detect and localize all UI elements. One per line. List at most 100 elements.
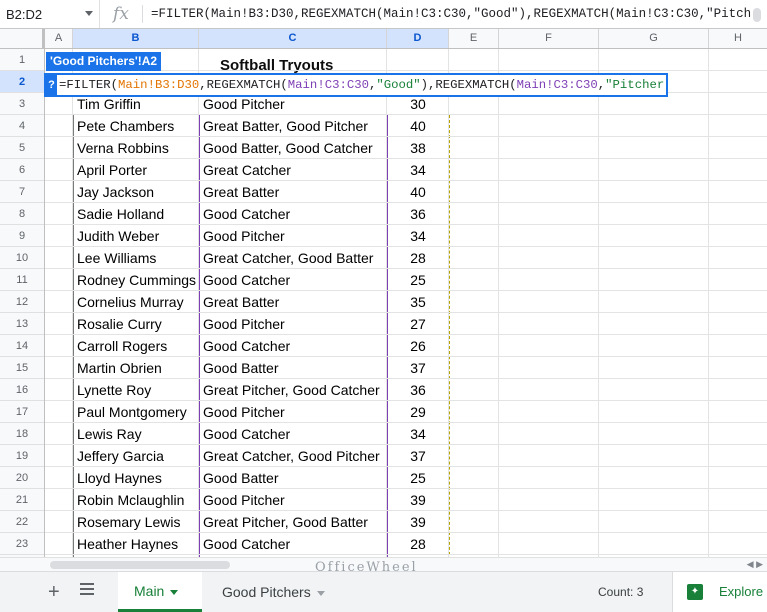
tab-main[interactable]: Main: [118, 572, 202, 612]
cell-score[interactable]: 34: [387, 225, 449, 247]
chevron-down-icon[interactable]: [85, 11, 93, 16]
cell-name[interactable]: Paul Montgomery: [73, 401, 199, 423]
cell-skill[interactable]: Great Batter, Good Pitcher: [199, 115, 387, 137]
cell-skill[interactable]: Good Pitcher: [199, 489, 387, 511]
row-header[interactable]: 2: [0, 71, 44, 93]
cell-score[interactable]: 37: [387, 445, 449, 467]
cell-name[interactable]: Robin Mclaughlin: [73, 489, 199, 511]
name-box[interactable]: B2:D2: [0, 0, 100, 28]
row-header[interactable]: 21: [0, 489, 44, 511]
col-header-b[interactable]: B: [73, 29, 199, 48]
chevron-down-icon[interactable]: [170, 589, 179, 595]
col-header-a[interactable]: A: [45, 29, 73, 48]
row-header[interactable]: 8: [0, 203, 44, 225]
scroll-arrows-icon[interactable]: ◀ ▶: [747, 559, 763, 570]
row-header[interactable]: 15: [0, 357, 44, 379]
row-header[interactable]: 9: [0, 225, 44, 247]
cell-name[interactable]: Carroll Rogers: [73, 335, 199, 357]
cell-skill[interactable]: Good Batter: [199, 467, 387, 489]
cell-skill[interactable]: Good Catcher: [199, 533, 387, 555]
cell-score[interactable]: 38: [387, 137, 449, 159]
cell-score[interactable]: 27: [387, 313, 449, 335]
row-header[interactable]: 11: [0, 269, 44, 291]
cell-name[interactable]: Martin Obrien: [73, 357, 199, 379]
cell-score[interactable]: 35: [387, 291, 449, 313]
cell-skill[interactable]: Good Pitcher: [199, 225, 387, 247]
row-header[interactable]: 17: [0, 401, 44, 423]
cell-skill[interactable]: Great Catcher, Good Pitcher: [199, 445, 387, 467]
row-header[interactable]: 13: [0, 313, 44, 335]
row-header[interactable]: 18: [0, 423, 44, 445]
cell-name[interactable]: Sadie Holland: [73, 203, 199, 225]
row-header[interactable]: 7: [0, 181, 44, 203]
row-header[interactable]: 4: [0, 115, 44, 137]
cell-name[interactable]: Verna Robbins: [73, 137, 199, 159]
cell-skill[interactable]: Great Batter: [199, 181, 387, 203]
formula-scrollbar[interactable]: [753, 8, 761, 22]
cell-score[interactable]: 29: [387, 401, 449, 423]
cell-name[interactable]: April Porter: [73, 159, 199, 181]
cell-name[interactable]: Pete Chambers: [73, 115, 199, 137]
cell-skill[interactable]: Great Batter: [199, 291, 387, 313]
cell-score[interactable]: 28: [387, 247, 449, 269]
cell-name[interactable]: Rosalie Curry: [73, 313, 199, 335]
row-header[interactable]: 22: [0, 511, 44, 533]
row-header[interactable]: 10: [0, 247, 44, 269]
col-header-g[interactable]: G: [599, 29, 709, 48]
col-header-f[interactable]: F: [499, 29, 599, 48]
cell-name[interactable]: Jeffery Garcia: [73, 445, 199, 467]
cell-skill[interactable]: Great Pitcher, Good Catcher: [199, 379, 387, 401]
chevron-down-icon[interactable]: [316, 590, 325, 596]
tab-good-pitchers[interactable]: Good Pitchers: [222, 572, 325, 612]
cell-name[interactable]: Lee Williams: [73, 247, 199, 269]
row-header[interactable]: 14: [0, 335, 44, 357]
selection-count[interactable]: Count: 3: [598, 585, 643, 599]
cell-name[interactable]: Heather Haynes: [73, 533, 199, 555]
formula-input[interactable]: =FILTER(Main!B3:D30,REGEXMATCH(Main!C3:C…: [151, 7, 767, 21]
cell-formula-editor[interactable]: ? =FILTER(Main!B3:D30,REGEXMATCH(Main!C3…: [44, 73, 668, 97]
cell-score[interactable]: 36: [387, 203, 449, 225]
help-icon[interactable]: ?: [46, 75, 57, 95]
cell-name[interactable]: Cornelius Murray: [73, 291, 199, 313]
row-header[interactable]: 19: [0, 445, 44, 467]
cell-score[interactable]: 26: [387, 335, 449, 357]
cell-name[interactable]: Lloyd Haynes: [73, 467, 199, 489]
cell-skill[interactable]: Great Catcher: [199, 159, 387, 181]
row-header[interactable]: 1: [0, 49, 44, 71]
cell-score[interactable]: 39: [387, 511, 449, 533]
cell-name[interactable]: Jay Jackson: [73, 181, 199, 203]
col-header-d[interactable]: D: [387, 29, 449, 48]
explore-button[interactable]: ✦ Explore: [672, 572, 767, 612]
cell-score[interactable]: 39: [387, 489, 449, 511]
cell-score[interactable]: 36: [387, 379, 449, 401]
cell-score[interactable]: 34: [387, 159, 449, 181]
cell-skill[interactable]: Good Pitcher: [199, 401, 387, 423]
scrollbar-thumb[interactable]: [50, 561, 230, 569]
cell-score[interactable]: 25: [387, 269, 449, 291]
cell-name[interactable]: Judith Weber: [73, 225, 199, 247]
cell-skill[interactable]: Good Catcher: [199, 335, 387, 357]
row-header[interactable]: 20: [0, 467, 44, 489]
cell-score[interactable]: 40: [387, 115, 449, 137]
cell-skill[interactable]: Good Catcher: [199, 203, 387, 225]
row-header[interactable]: 5: [0, 137, 44, 159]
cell-score[interactable]: 37: [387, 357, 449, 379]
cell-skill[interactable]: Great Catcher, Good Batter: [199, 247, 387, 269]
cell-score[interactable]: 25: [387, 467, 449, 489]
cell-name[interactable]: Rosemary Lewis: [73, 511, 199, 533]
sheet-grid[interactable]: Softball Tryouts Tim Griffin Good Pitcher…: [45, 49, 767, 565]
cell-score[interactable]: 28: [387, 533, 449, 555]
cell-score[interactable]: 40: [387, 181, 449, 203]
select-all-corner[interactable]: [0, 29, 45, 48]
cell-skill[interactable]: Good Catcher: [199, 423, 387, 445]
all-sheets-menu-icon[interactable]: [80, 583, 94, 598]
add-sheet-button[interactable]: +: [48, 581, 60, 604]
cell-skill[interactable]: Good Catcher: [199, 269, 387, 291]
cell-skill[interactable]: Good Batter: [199, 357, 387, 379]
col-header-c[interactable]: C: [199, 29, 387, 48]
cell-name[interactable]: Rodney Cummings: [73, 269, 199, 291]
row-header[interactable]: 12: [0, 291, 44, 313]
col-header-e[interactable]: E: [449, 29, 499, 48]
cell-name[interactable]: Lynette Roy: [73, 379, 199, 401]
row-header[interactable]: 16: [0, 379, 44, 401]
